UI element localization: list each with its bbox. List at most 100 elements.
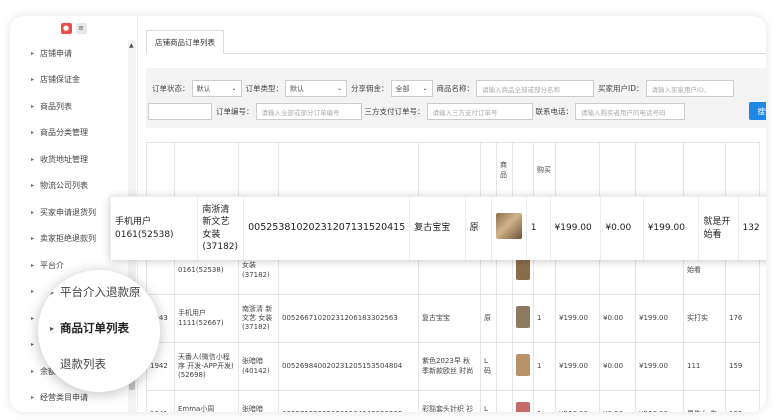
cell-id: 1941 [146,390,175,412]
search-button[interactable]: 搜索 [749,102,766,120]
share-select[interactable]: 全部 ⌄ [390,80,433,97]
sidebar-item[interactable]: 店铺保证金 [10,67,137,94]
hl-product: 复古宝宝 [409,196,466,260]
product-image-cell [512,342,534,391]
list-icon[interactable]: ≡ [75,22,87,34]
cell-discount: ¥0.00 [599,294,636,343]
mag-item-label: 平台介入退款原 [60,285,141,299]
hl-shop: 南浙清 新文艺 女装 (37182) [197,196,245,260]
table-row[interactable]: 1942 天番人(微信小程序 开发-APP开发) (52698) 张暗暗 (4014… [146,342,760,391]
sidebar-item-label: 店铺申请 [40,48,72,58]
product-thumbnail [495,213,522,240]
order-no-input[interactable]: 请输入全部或部分订单编号 [255,103,362,120]
phone-input[interactable]: 请输入购买者用户的电话号码 [575,103,685,120]
share-label: 分享佣金： [351,84,389,93]
sidebar-toolbar: ● ≡ [10,16,137,40]
hl-extra: 132 [737,196,766,260]
cell-extra: 159 [725,342,760,391]
cell-spec: L 码 [480,390,497,412]
cell-price: ¥266.00 [555,390,600,412]
product-image-cell [512,390,534,412]
column-header [418,142,481,199]
column-header [725,142,760,199]
tab-bar: 店铺商品订单列表 [146,30,766,54]
caret-right-icon: ▸ [50,287,55,297]
table-header: 商品 购买 [146,142,760,199]
sidebar-item-label: 商品列表 [40,101,72,111]
cell-order-no: 0052713399202312041429292​86 [278,390,419,412]
cell-order-no: 0052698400202312051535048​04 [278,342,419,391]
sidebar-item[interactable]: 收货地址管理 [10,146,137,173]
buyer-id-input[interactable]: 请输入买家用户ID、 [645,80,734,97]
order-type-select[interactable]: 默认 ⌄ [285,80,347,97]
cell-qty: 1 [533,342,556,391]
order-status-value: 默认 [196,84,211,93]
hl-discount: ¥0.00 [600,196,644,260]
cell-shop: 南浙清 新文艺 女装 (37182) [238,294,279,343]
order-status-select[interactable]: 默认 ⌄ [191,80,242,97]
column-header: 购买 [533,142,556,199]
buyer-id-label: 买家用户ID： [598,84,644,93]
sidebar-item-label: 物流公司列表 [40,181,88,191]
chevron-down-icon: ⌄ [336,85,342,92]
cell-note: 111 [683,342,726,391]
badge-icon[interactable]: ● [60,22,72,34]
sidebar-item-label: 经营类目申请 [40,393,88,403]
blank-input[interactable] [148,103,212,120]
hl-spec: 原 [464,196,492,260]
chevron-down-icon: ⌄ [231,85,237,92]
cell-unit [496,294,513,343]
hl-product-image [490,196,527,260]
third-no-input[interactable]: 请输入三方支付订单号 [426,103,533,120]
product-thumbnail [516,353,530,376]
cell-note: 实打实 [683,294,726,343]
cell-paid: ¥199.00 [635,342,684,391]
cell-product: 复古宝宝 [418,294,481,343]
phone-label: 联系电话： [535,107,574,116]
product-name-input[interactable]: 请输入商品全部或部分名称 [476,80,594,97]
column-header [512,142,534,199]
filter-panel: 订单状态： 默认 ⌄ 订单类型： 默认 ⌄ 分享佣金： 全部 ⌄ 商品名称： 请输入商… [146,68,766,128]
chevron-down-icon: ⌄ [422,85,428,92]
mag-item-product-orders[interactable]: ▸ 商品订单列表 [38,310,160,346]
cell-product: 紫色2023早 秋季新款欧丝 时尚 [418,342,481,391]
scroll-up-icon[interactable]: ▲ [129,42,134,49]
sidebar-item-label: 卖家拒绝退款列 [40,234,96,244]
sidebar-item[interactable]: 店铺申请 [10,40,137,67]
column-header [146,142,175,199]
cell-extra: 176 [725,294,760,343]
mag-item-refund-list[interactable]: ▸退款列表 [38,346,160,382]
product-thumbnail [516,257,530,280]
column-header [278,142,419,199]
cell-discount: ¥0.00 [599,390,636,412]
sidebar-item[interactable]: 商品列表 [10,93,137,120]
cell-discount: ¥0.00 [599,342,636,391]
cell-unit [496,390,513,412]
magnifier-callout: ▸ 平台介入退款原 ▸ 商品订单列表 ▸退款列表 [38,270,160,392]
mag-item-platform-refund[interactable]: ▸ 平台介入退款原 [38,274,160,310]
cell-buyer: 手机用户 1111(52667) [174,294,239,343]
table-row[interactable]: 1941Emma小周(52713)张暗暗 (40142)005271339920… [146,390,760,412]
highlighted-order-row[interactable]: 手机用户 0161(52538) 南浙清 新文艺 女装 (37182) 0052… [110,196,766,260]
product-image-cell [512,294,534,343]
cell-price: ¥199.00 [555,294,600,343]
third-no-label: 三方支付订单号： [364,107,425,116]
hl-qty: 1 [525,196,551,260]
sidebar-item-label: 商品分类管理 [40,128,88,138]
cell-buyer: 天番人(微信小程序 开发-APP开发) (52698) [174,342,239,391]
product-thumbnail [516,305,530,328]
column-header [599,142,636,199]
share-value: 全部 [395,84,410,93]
column-header [238,142,279,199]
hl-note: 就是开 始看 [698,196,739,260]
cell-extra: 135 [725,390,760,412]
order-type-label: 订单类型： [245,84,284,93]
hl-paid: ¥199.00 [642,196,700,260]
hl-order-no[interactable]: 00525381020231207131520415 [243,196,411,260]
order-no-label: 订单编号： [216,107,254,116]
sidebar-item[interactable]: 商品分类管理 [10,120,137,147]
table-row[interactable]: 1943 手机用户 1111(52667) 南浙清 新文艺 女装 (37182) 00… [146,294,760,343]
cell-price: ¥199.00 [555,342,600,391]
tab-shop-orders[interactable]: 店铺商品订单列表 [146,30,224,54]
product-name-label: 商品名称： [436,84,475,93]
